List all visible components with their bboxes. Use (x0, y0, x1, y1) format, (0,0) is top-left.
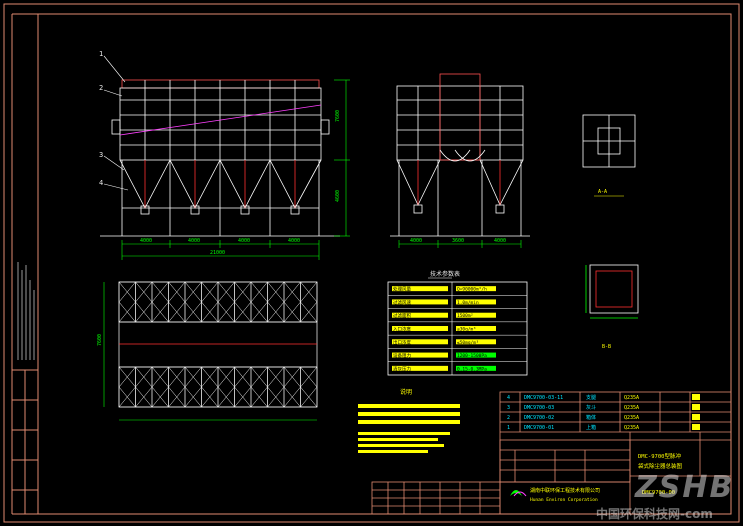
plan-cell (118, 281, 136, 323)
param-row-value: ≤30g/m³ (457, 327, 476, 333)
detail-b-view (585, 264, 639, 319)
plan-cell (151, 281, 169, 323)
callout-4: 4 (99, 179, 103, 187)
plan-cell (217, 281, 235, 323)
param-row-label: 入口浓度 (393, 326, 411, 333)
part-qty-mark (692, 394, 700, 400)
drawing-name: 袋式除尘器总装图 (638, 462, 683, 470)
part-name: 箱体 (586, 414, 596, 421)
param-row-value: Q=90000m³/h (457, 287, 487, 293)
part-code: DMC9700-01 (524, 425, 554, 431)
dim-front-upper: 7600 (335, 110, 341, 122)
plan-cell (283, 366, 301, 408)
param-row-label: 出口浓度 (393, 339, 411, 346)
param-row-value: 1.0m/min (457, 300, 479, 306)
watermark-site: 中国环保科技网-com (596, 507, 713, 521)
part-code: DMC9700-02 (524, 415, 554, 421)
param-row-label: 过滤面积 (393, 312, 411, 319)
dim-side-1: 4000 (410, 238, 422, 244)
param-table-title: 技术参数表 (430, 270, 460, 278)
cad-drawing-canvas: 1 2 3 4 4000 4000 4000 4000 21000 7600 4… (3, 3, 740, 523)
plan-cell (300, 281, 318, 323)
notes-lines (358, 404, 460, 453)
part-qty-mark (692, 414, 700, 420)
part-material: Q235A (624, 405, 639, 411)
dim-side-2: 3600 (452, 238, 464, 244)
plan-cell (168, 281, 186, 323)
plan-cell (135, 281, 153, 323)
detail-a-view (582, 114, 636, 168)
part-name: 灰斗 (586, 404, 596, 411)
dim-front-lower: 4600 (335, 190, 341, 202)
plan-cell (201, 281, 219, 323)
watermark-logo-text: ZSHB (635, 470, 735, 505)
project-name: DMC-9700型脉冲 (638, 452, 681, 460)
dim-bay-3: 4000 (238, 238, 250, 244)
plan-cell (201, 366, 219, 408)
notes-title: 说明 (400, 388, 412, 396)
callout-3: 3 (99, 151, 103, 159)
part-code: DMC9700-03 (524, 405, 554, 411)
dim-bay-2: 4000 (188, 238, 200, 244)
detail-a-label: A-A (598, 189, 607, 195)
part-material: Q235A (624, 395, 639, 401)
company-name-cn: 湖南中联环保工程技术有限公司 (530, 487, 600, 494)
dim-bay-4: 4000 (288, 238, 300, 244)
plan-cell (250, 366, 268, 408)
dim-front-total: 21000 (210, 250, 225, 256)
front-callouts: 1 2 3 4 (99, 50, 103, 187)
param-row-label: 处理风量 (393, 286, 411, 293)
part-no: 1 (507, 425, 510, 431)
plan-cell (267, 366, 285, 408)
part-no: 4 (507, 395, 510, 401)
plan-cell (283, 281, 301, 323)
part-name: 上箱 (586, 424, 596, 431)
plan-cell (217, 366, 235, 408)
part-material: Q235A (624, 425, 639, 431)
param-row-value: 0.15-0.3MPa (457, 366, 487, 372)
company-logo (510, 490, 527, 497)
plan-cell (184, 366, 202, 408)
plan-cell (168, 366, 186, 408)
param-row-value: 1500m² (457, 313, 473, 319)
part-no: 3 (507, 405, 510, 411)
plan-cell (250, 281, 268, 323)
param-table-rows: 处理风量 Q=90000m³/h 过滤风速 1.0m/min 过滤面积 1500m² 入口浓… (388, 286, 527, 372)
param-row-label: 过滤风速 (393, 299, 411, 306)
company-name-en: Hunan Environ Corporation (530, 497, 598, 503)
plan-cell (135, 366, 153, 408)
callout-1: 1 (99, 50, 103, 58)
part-qty-mark (692, 404, 700, 410)
param-row-label: 设备阻力 (393, 352, 411, 359)
part-name: 支腿 (586, 394, 596, 401)
side-dimension-labels: 4000 3600 4000 (410, 238, 506, 244)
dim-plan-width: 7600 (97, 334, 103, 346)
part-qty-mark (692, 424, 700, 430)
plan-cell (118, 366, 136, 408)
plan-cell (151, 366, 169, 408)
part-code: DMC9700-03-11 (524, 395, 563, 401)
front-elevation-view (100, 79, 340, 237)
param-row-label: 清灰压力 (393, 365, 411, 372)
plan-cell (234, 366, 252, 408)
left-margin-notes (17, 262, 35, 360)
callout-2: 2 (99, 84, 103, 92)
detail-b-label: B-B (602, 344, 611, 350)
watermark-logo: ZSHB (635, 470, 735, 506)
param-row-value: ≤50mg/m³ (457, 340, 479, 346)
plan-cell (300, 366, 318, 408)
param-row-value: 1200-1500Pa (457, 353, 487, 359)
dim-side-3: 4000 (494, 238, 506, 244)
plan-cell (267, 281, 285, 323)
plan-cell (184, 281, 202, 323)
plan-filter-grid (118, 281, 318, 408)
side-elevation-view (390, 73, 530, 237)
plan-cell (234, 281, 252, 323)
parts-list: 4 DMC9700-03-11 支腿 Q235A 3 DMC9700-03 灰斗 Q235A 2… (507, 394, 700, 431)
part-material: Q235A (624, 415, 639, 421)
dim-bay-1: 4000 (140, 238, 152, 244)
front-leader-lines (103, 55, 129, 191)
part-no: 2 (507, 415, 510, 421)
